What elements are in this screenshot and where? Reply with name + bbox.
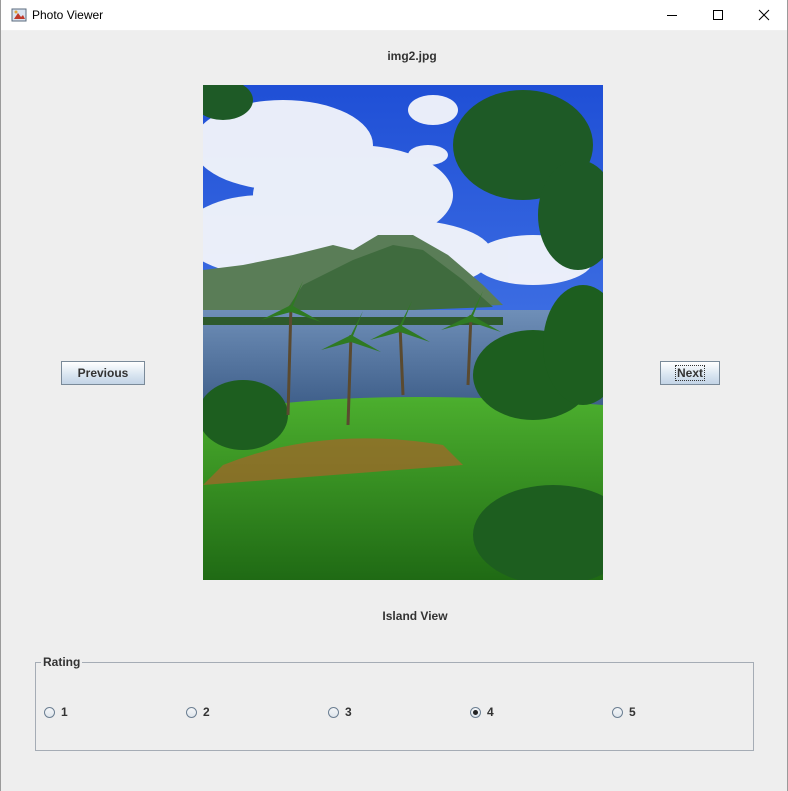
radio-button-icon[interactable] [44, 706, 55, 718]
minimize-icon [667, 15, 677, 16]
rating-option-5[interactable]: 5 [612, 705, 636, 719]
image-caption: Island View [382, 609, 448, 623]
radio-button-selected-icon[interactable] [470, 706, 481, 718]
radio-button-icon[interactable] [328, 706, 339, 718]
next-button[interactable]: Next [660, 361, 720, 385]
maximize-icon [713, 10, 723, 20]
rating-option-3[interactable]: 3 [328, 705, 352, 719]
island-photo [203, 85, 603, 580]
rating-option-label: 3 [345, 705, 352, 719]
window-title: Photo Viewer [32, 8, 104, 22]
maximize-button[interactable] [695, 0, 741, 30]
java-app-icon [11, 8, 27, 22]
minimize-button[interactable] [649, 0, 695, 30]
rating-option-2[interactable]: 2 [186, 705, 210, 719]
rating-option-4[interactable]: 4 [470, 705, 494, 719]
previous-button[interactable]: Previous [61, 361, 145, 385]
photo-display [203, 85, 603, 580]
rating-legend: Rating [41, 655, 83, 669]
rating-group: Rating 1 2 3 4 5 [35, 655, 754, 751]
title-bar[interactable]: Photo Viewer [1, 0, 787, 31]
close-icon [758, 9, 770, 21]
image-filename-label: img2.jpg [387, 49, 437, 63]
close-button[interactable] [741, 0, 787, 30]
next-button-label: Next [674, 365, 706, 381]
rating-option-1[interactable]: 1 [44, 705, 68, 719]
rating-option-label: 5 [629, 705, 636, 719]
radio-button-icon[interactable] [612, 706, 623, 718]
rating-option-label: 2 [203, 705, 210, 719]
rating-option-label: 4 [487, 705, 494, 719]
rating-option-label: 1 [61, 705, 68, 719]
photo-viewer-window: Photo Viewer img2.jpg Previous Next Isla… [0, 0, 788, 791]
radio-button-icon[interactable] [186, 706, 197, 718]
